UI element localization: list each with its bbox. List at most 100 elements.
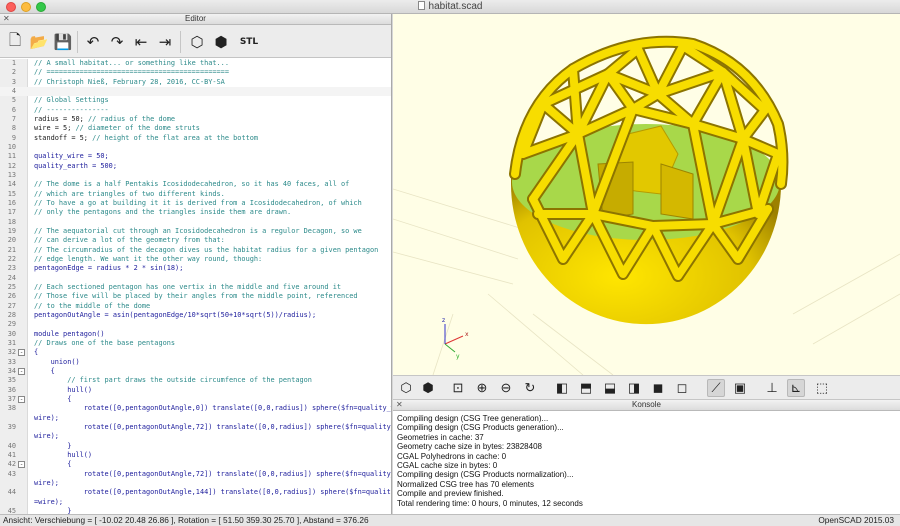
code-line[interactable]: 14 // The dome is a half Pentakis Icosido… bbox=[0, 180, 391, 189]
code-line[interactable]: 44 rotate([0,pentagonOutAngle,144]) tran… bbox=[0, 488, 391, 497]
code-line[interactable]: 17 // only the pentagons and the triangle… bbox=[0, 208, 391, 217]
indent-icon[interactable]: ⇥ bbox=[154, 31, 176, 53]
new-file-icon[interactable]: 🗋 bbox=[4, 31, 26, 53]
line-number: 10 bbox=[7, 142, 16, 151]
fold-toggle-icon[interactable]: - bbox=[18, 395, 25, 403]
code-line[interactable]: 8 wire = 5; // diameter of the dome strut… bbox=[0, 124, 391, 133]
code-text: { bbox=[34, 394, 72, 403]
code-line[interactable]: 10 bbox=[0, 143, 391, 152]
view-back-icon[interactable]: ◻ bbox=[673, 379, 691, 397]
code-line[interactable]: 21 // The circumradius of the decagon div… bbox=[0, 246, 391, 255]
undo-icon[interactable]: ↶ bbox=[82, 31, 104, 53]
console-line: Geometries in cache: 37 bbox=[397, 432, 484, 442]
view-bottom-icon[interactable]: ⬓ bbox=[601, 379, 619, 397]
code-line[interactable]: 35 // first part draws the outside circu… bbox=[0, 376, 391, 385]
close-pane-icon[interactable]: ✕ bbox=[3, 14, 10, 24]
code-line[interactable]: 25 // Each sectioned pentagon has one ver… bbox=[0, 283, 391, 292]
view-left-icon[interactable]: ◨ bbox=[625, 379, 643, 397]
view-front-icon[interactable]: ◼ bbox=[649, 379, 667, 397]
view-top-icon[interactable]: ⬒ bbox=[577, 379, 595, 397]
code-line[interactable]: 31 // Draws one of the base pentagons bbox=[0, 339, 391, 348]
code-line[interactable]: wire); bbox=[0, 432, 391, 441]
line-number: 35 bbox=[7, 376, 16, 385]
code-line[interactable]: 26 // Those five will be placed by their … bbox=[0, 292, 391, 301]
code-line[interactable]: 4 bbox=[0, 86, 391, 97]
show-axes-icon[interactable]: ⊥ bbox=[763, 379, 781, 397]
line-number: 37 bbox=[7, 394, 16, 403]
close-pane-icon[interactable]: ✕ bbox=[396, 400, 403, 410]
code-editor[interactable]: 1 // A small habitat... or something like… bbox=[0, 59, 391, 514]
unindent-icon[interactable]: ⇤ bbox=[130, 31, 152, 53]
code-line[interactable]: 41 hull() bbox=[0, 451, 391, 460]
preview-icon[interactable]: ⬡ bbox=[186, 31, 208, 53]
code-line[interactable]: 9 standoff = 5; // height of the flat are… bbox=[0, 134, 391, 143]
code-line[interactable]: 15 // which are triangles of two differen… bbox=[0, 190, 391, 199]
code-line[interactable]: 27 // to the middle of the dome bbox=[0, 302, 391, 311]
view-preview-icon[interactable]: ⬡ bbox=[397, 379, 415, 397]
version-label: OpenSCAD 2015.03 bbox=[818, 515, 894, 525]
code-line[interactable]: 19 // The aequatorial cut through an Icos… bbox=[0, 227, 391, 236]
code-line[interactable]: 42- { bbox=[0, 460, 391, 469]
show-scale-icon[interactable]: ⊾ bbox=[787, 379, 805, 397]
code-line[interactable]: 30 module pentagon() bbox=[0, 330, 391, 339]
toolbar-divider bbox=[180, 31, 181, 53]
zoom-all-icon[interactable]: ⊡ bbox=[449, 379, 467, 397]
fold-toggle-icon[interactable]: - bbox=[18, 367, 25, 375]
code-line[interactable]: 33 union() bbox=[0, 358, 391, 367]
code-line[interactable]: 2 // ====================================… bbox=[0, 68, 391, 77]
export-stl-button[interactable]: STL bbox=[238, 31, 260, 53]
code-line[interactable]: 20 // can derive a lot of the geometry fr… bbox=[0, 236, 391, 245]
code-line[interactable]: 43 rotate([0,pentagonOutAngle,72]) trans… bbox=[0, 470, 391, 479]
3d-viewport[interactable]: x z y bbox=[393, 14, 900, 375]
code-line[interactable]: 34- { bbox=[0, 367, 391, 376]
code-line[interactable]: 5 // Global Settings bbox=[0, 96, 391, 105]
save-icon[interactable]: 💾 bbox=[52, 31, 74, 53]
code-line[interactable]: 39 rotate([0,pentagonOutAngle,72]) trans… bbox=[0, 423, 391, 432]
view-render-icon[interactable]: ⬢ bbox=[419, 379, 437, 397]
perspective-icon[interactable]: ⟋ bbox=[707, 379, 725, 397]
view-right-icon[interactable]: ◧ bbox=[553, 379, 571, 397]
render-icon[interactable]: ⬢ bbox=[210, 31, 232, 53]
code-line[interactable]: wire); bbox=[0, 479, 391, 488]
code-line[interactable]: 1 // A small habitat... or something like… bbox=[0, 59, 391, 68]
code-line[interactable]: 23 pentagonEdge = radius * 2 * sin(18); bbox=[0, 264, 391, 273]
code-line[interactable]: 37- { bbox=[0, 395, 391, 404]
code-line[interactable]: 16 // To have a go at building it it is d… bbox=[0, 199, 391, 208]
code-line[interactable]: 29 bbox=[0, 320, 391, 329]
orthogonal-icon[interactable]: ▣ bbox=[731, 379, 749, 397]
code-line[interactable]: 6 // --------------- bbox=[0, 106, 391, 115]
code-line[interactable]: 7 radius = 50; // radius of the dome bbox=[0, 115, 391, 124]
code-line[interactable]: 22 // edge length. We want it the other w… bbox=[0, 255, 391, 264]
code-text: { bbox=[34, 366, 55, 375]
line-number: 21 bbox=[7, 245, 16, 254]
code-line[interactable]: 18 bbox=[0, 218, 391, 227]
code-line[interactable]: =wire); bbox=[0, 498, 391, 507]
code-line[interactable]: 12 quality_earth = 500; bbox=[0, 162, 391, 171]
code-text: radius = 50; // radius of the dome bbox=[34, 114, 176, 123]
redo-icon[interactable]: ↷ bbox=[106, 31, 128, 53]
code-line[interactable]: 13 bbox=[0, 171, 391, 180]
show-edges-icon[interactable]: ⬚ bbox=[813, 379, 831, 397]
code-line[interactable]: 32- { bbox=[0, 348, 391, 357]
axis-indicator: x z y bbox=[442, 317, 469, 360]
fold-toggle-icon[interactable]: - bbox=[18, 349, 25, 357]
code-line[interactable]: 28 pentagonOutAngle = asin(pentagonEdge/1… bbox=[0, 311, 391, 320]
code-line[interactable]: 3 // Christoph Nieß, February 28, 2016, C… bbox=[0, 78, 391, 87]
line-number: 18 bbox=[7, 217, 16, 226]
reset-view-icon[interactable]: ↻ bbox=[521, 379, 539, 397]
code-line[interactable]: 38 rotate([0,pentagonOutAngle,0]) transl… bbox=[0, 404, 391, 413]
code-line[interactable]: wire); bbox=[0, 414, 391, 423]
line-number: 45 bbox=[7, 506, 16, 514]
code-line[interactable]: 40 } bbox=[0, 442, 391, 451]
zoom-out-icon[interactable]: ⊖ bbox=[497, 379, 515, 397]
line-number: 29 bbox=[7, 320, 16, 329]
code-line[interactable]: 11 quality_wire = 50; bbox=[0, 152, 391, 161]
code-line[interactable]: 36 hull() bbox=[0, 386, 391, 395]
code-line[interactable]: 45 } bbox=[0, 507, 391, 514]
fold-toggle-icon[interactable]: - bbox=[18, 461, 25, 469]
zoom-in-icon[interactable]: ⊕ bbox=[473, 379, 491, 397]
line-number: 16 bbox=[7, 198, 16, 207]
open-folder-icon[interactable]: 📂 bbox=[28, 31, 50, 53]
code-line[interactable]: 24 bbox=[0, 274, 391, 283]
code-text: // The dome is a half Pentakis Icosidode… bbox=[34, 180, 350, 189]
